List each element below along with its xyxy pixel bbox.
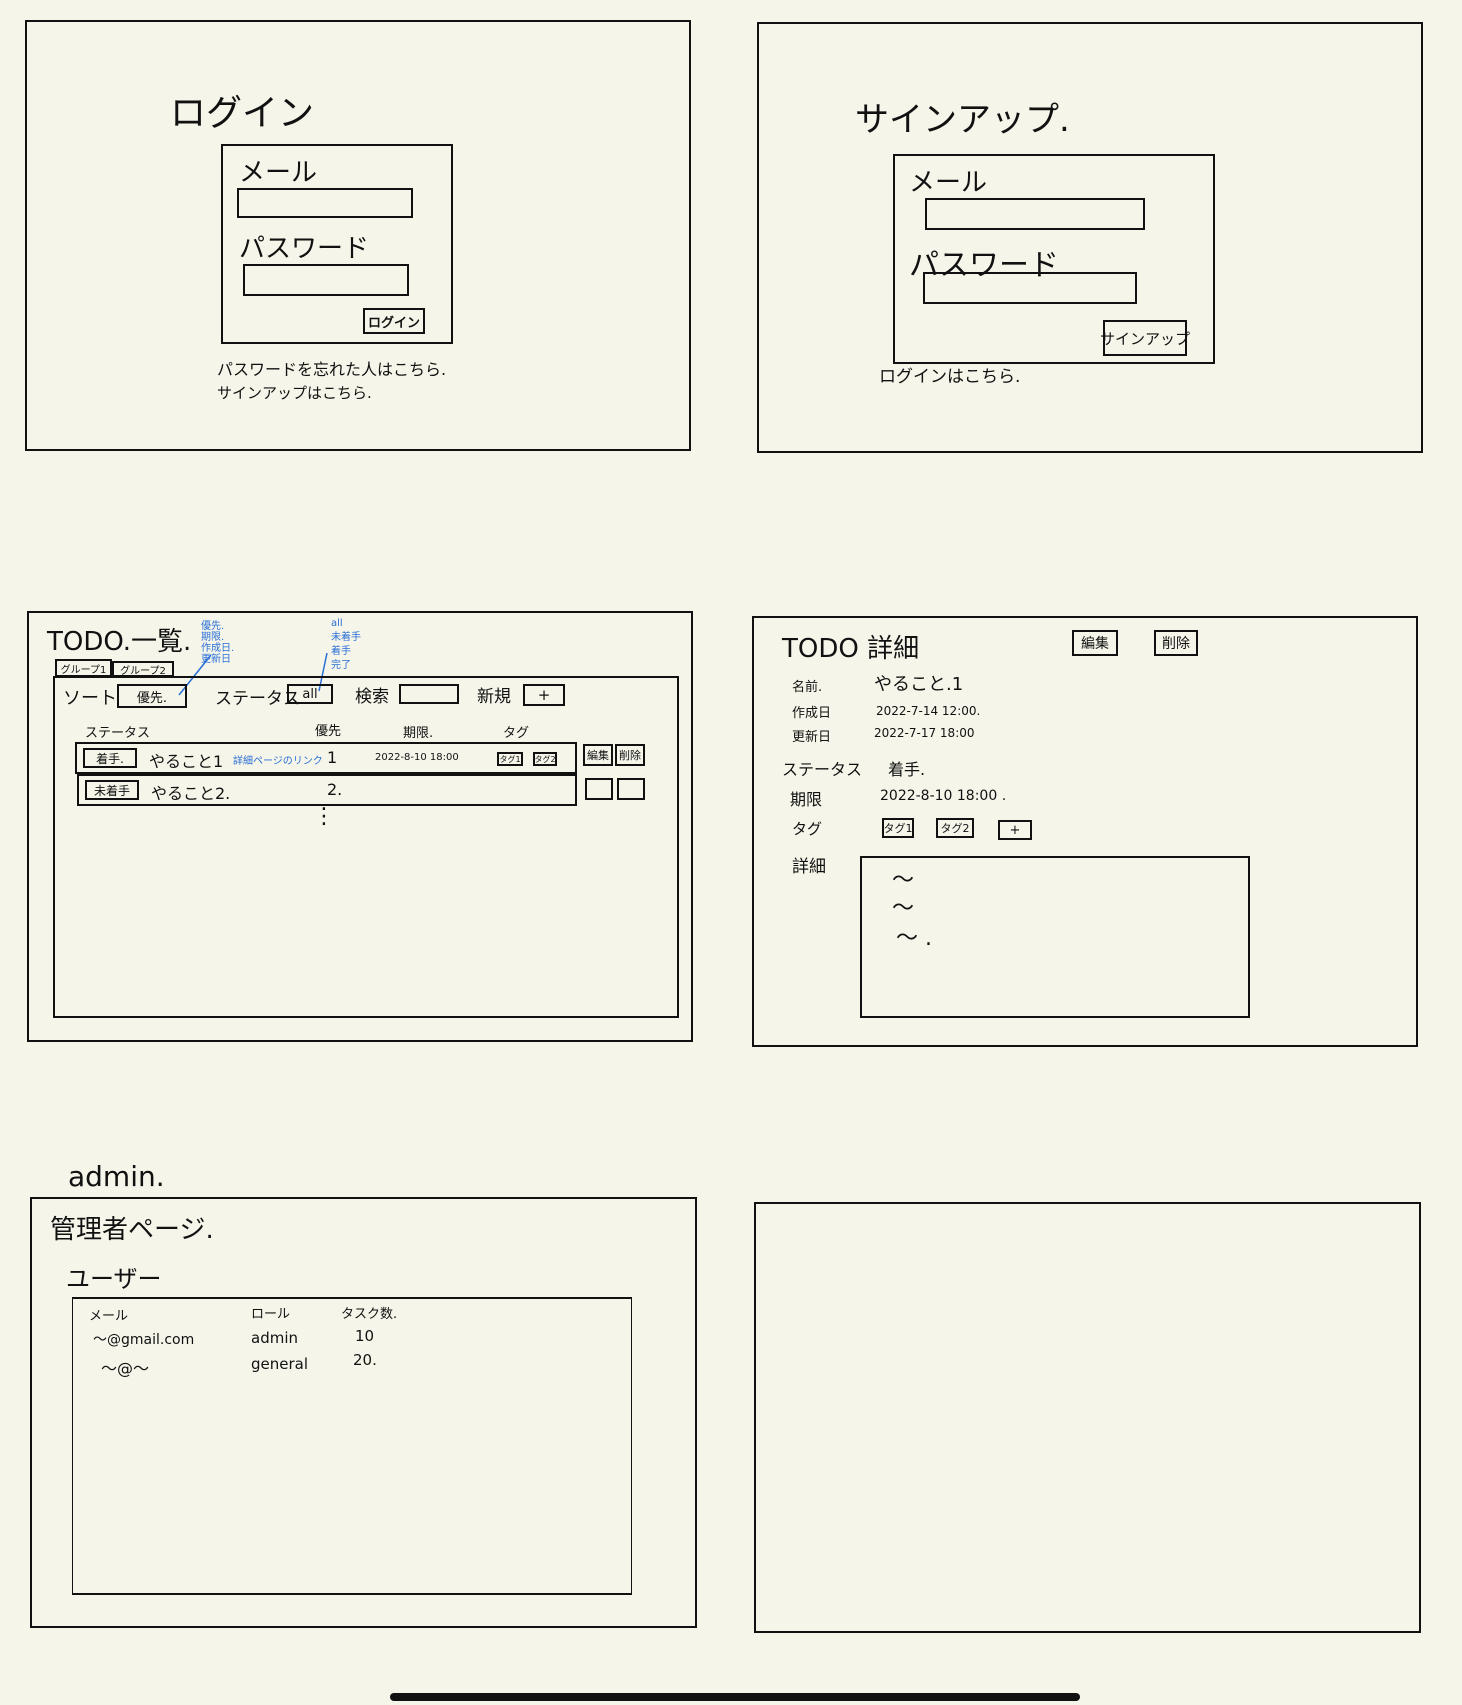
col-priority: 優先 (315, 724, 342, 739)
status-value: 着手. (888, 760, 926, 779)
col-task-count: タスク数. (341, 1307, 398, 1322)
user-role: general (251, 1355, 309, 1373)
user-task-count: 10 (355, 1327, 375, 1345)
created-label: 作成日 (792, 706, 832, 721)
delete-button-row2[interactable] (617, 778, 645, 800)
tab-group-2[interactable]: グループ2 (112, 661, 174, 677)
row-name-link[interactable]: やること1 (149, 748, 223, 772)
tag-chip[interactable]: タグ1 (882, 818, 914, 838)
login-button[interactable]: ログイン (363, 308, 425, 334)
col-mail: メール (89, 1309, 129, 1324)
user-role: admin (251, 1329, 298, 1347)
login-link[interactable]: ログインはこちら. (879, 362, 1020, 387)
login-form: メール パスワード ログイン (221, 144, 453, 344)
login-mail-input[interactable] (237, 188, 413, 218)
user-mail: 〜@gmail.com (93, 1332, 195, 1348)
signup-link[interactable]: サインアップはこちら. (217, 382, 372, 403)
user-mail: 〜@〜 (101, 1359, 150, 1378)
signup-panel: サインアップ. メール パスワード サインアップ ログインはこちら. (757, 22, 1423, 453)
todo-list-panel: TODO.一覧. 優先. 期限. 作成日. 更新日 all 未着手 着手 完了 … (27, 611, 693, 1042)
tab-group-1[interactable]: グループ1 (55, 659, 112, 677)
detail-line: 〜 (892, 896, 915, 921)
signup-mail-label: メール (909, 168, 988, 198)
sort-select[interactable]: 優先. (117, 684, 187, 708)
search-input[interactable] (399, 684, 459, 704)
new-todo-button[interactable]: + (523, 684, 565, 706)
signup-title: サインアップ. (855, 100, 1070, 140)
login-password-input[interactable] (243, 264, 409, 296)
login-title: ログイン (170, 93, 315, 134)
col-deadline: 期限. (403, 726, 434, 741)
login-password-label: パスワード (239, 234, 370, 264)
edit-button-row2[interactable] (585, 778, 613, 800)
users-table: メール ロール タスク数. 〜@gmail.com admin 10 〜@〜 g… (72, 1297, 632, 1595)
delete-button[interactable]: 削除 (615, 744, 645, 766)
tags-label: タグ (792, 820, 823, 838)
table-row: 未着手 やること2. 2. (77, 774, 577, 806)
more-rows-ellipsis: ⋮ (313, 804, 335, 829)
users-heading: ユーザー (66, 1265, 162, 1293)
status-filter-select[interactable]: all (287, 684, 333, 704)
row-status-badge: 着手. (83, 748, 137, 768)
row-deadline: 2022-8-10 18:00 (375, 752, 459, 763)
new-label: 新規 (477, 687, 511, 707)
signup-mail-input[interactable] (925, 198, 1145, 230)
todo-detail-title: TODO 詳細 (782, 634, 920, 664)
search-label: 検索 (355, 687, 389, 707)
edit-button[interactable]: 編集 (1072, 630, 1118, 656)
row-tag[interactable]: タグ1 (497, 752, 523, 766)
detail-label: 詳細 (792, 857, 826, 877)
deadline-value: 2022-8-10 18:00 . (880, 788, 1007, 804)
created-value: 2022-7-14 12:00. (876, 704, 981, 718)
row-name-link[interactable]: やること2. (151, 780, 230, 804)
forgot-password-link[interactable]: パスワードを忘れた人はこちら. (217, 356, 446, 380)
row-tag[interactable]: タグ2 (533, 752, 557, 766)
updated-label: 更新日 (792, 730, 832, 745)
updated-value: 2022-7-17 18:00 (874, 726, 975, 740)
detail-line: 〜 . (896, 926, 932, 951)
user-task-count: 20. (353, 1351, 377, 1369)
row-status-badge: 未着手 (85, 780, 139, 800)
row-priority: 2. (327, 780, 343, 799)
home-indicator[interactable] (390, 1693, 1080, 1701)
tag-chip[interactable]: タグ2 (936, 818, 974, 838)
signup-password-input[interactable] (923, 272, 1137, 304)
col-tags: タグ (503, 726, 530, 741)
signup-form: メール パスワード サインアップ (893, 154, 1215, 364)
admin-caption: admin. (68, 1160, 165, 1193)
table-row: 着手. やること1 詳細ページのリンク 1 2022-8-10 18:00 タグ… (75, 742, 577, 774)
login-panel: ログイン メール パスワード ログイン パスワードを忘れた人はこちら. サインア… (25, 20, 691, 451)
detail-textarea[interactable]: 〜 〜 〜 . (860, 856, 1250, 1018)
status-label: ステータス (782, 760, 863, 779)
sort-label: ソート (63, 688, 117, 709)
signup-button[interactable]: サインアップ (1100, 320, 1190, 356)
col-status: ステータス (85, 726, 151, 741)
admin-panel: 管理者ページ. ユーザー メール ロール タスク数. 〜@gmail.com a… (30, 1197, 697, 1628)
todo-detail-panel: TODO 詳細 編集 削除 名前. やること.1 作成日 2022-7-14 1… (752, 616, 1418, 1047)
deadline-label: 期限 (790, 790, 823, 809)
name-value: やること.1 (874, 674, 964, 695)
empty-panel (754, 1202, 1421, 1633)
login-mail-label: メール (239, 158, 318, 188)
delete-button[interactable]: 削除 (1154, 630, 1198, 656)
add-tag-button[interactable]: + (998, 820, 1032, 840)
detail-link-note: 詳細ページのリンク (233, 756, 323, 767)
todo-list-frame: ソート 優先. ステータス all 検索 新規 + ステータス 優先 期限. タ… (53, 676, 679, 1018)
admin-title: 管理者ページ. (50, 1215, 214, 1245)
name-label: 名前. (792, 680, 823, 695)
edit-button[interactable]: 編集 (583, 744, 613, 766)
row-priority: 1 (327, 748, 338, 767)
col-role: ロール (251, 1307, 291, 1322)
